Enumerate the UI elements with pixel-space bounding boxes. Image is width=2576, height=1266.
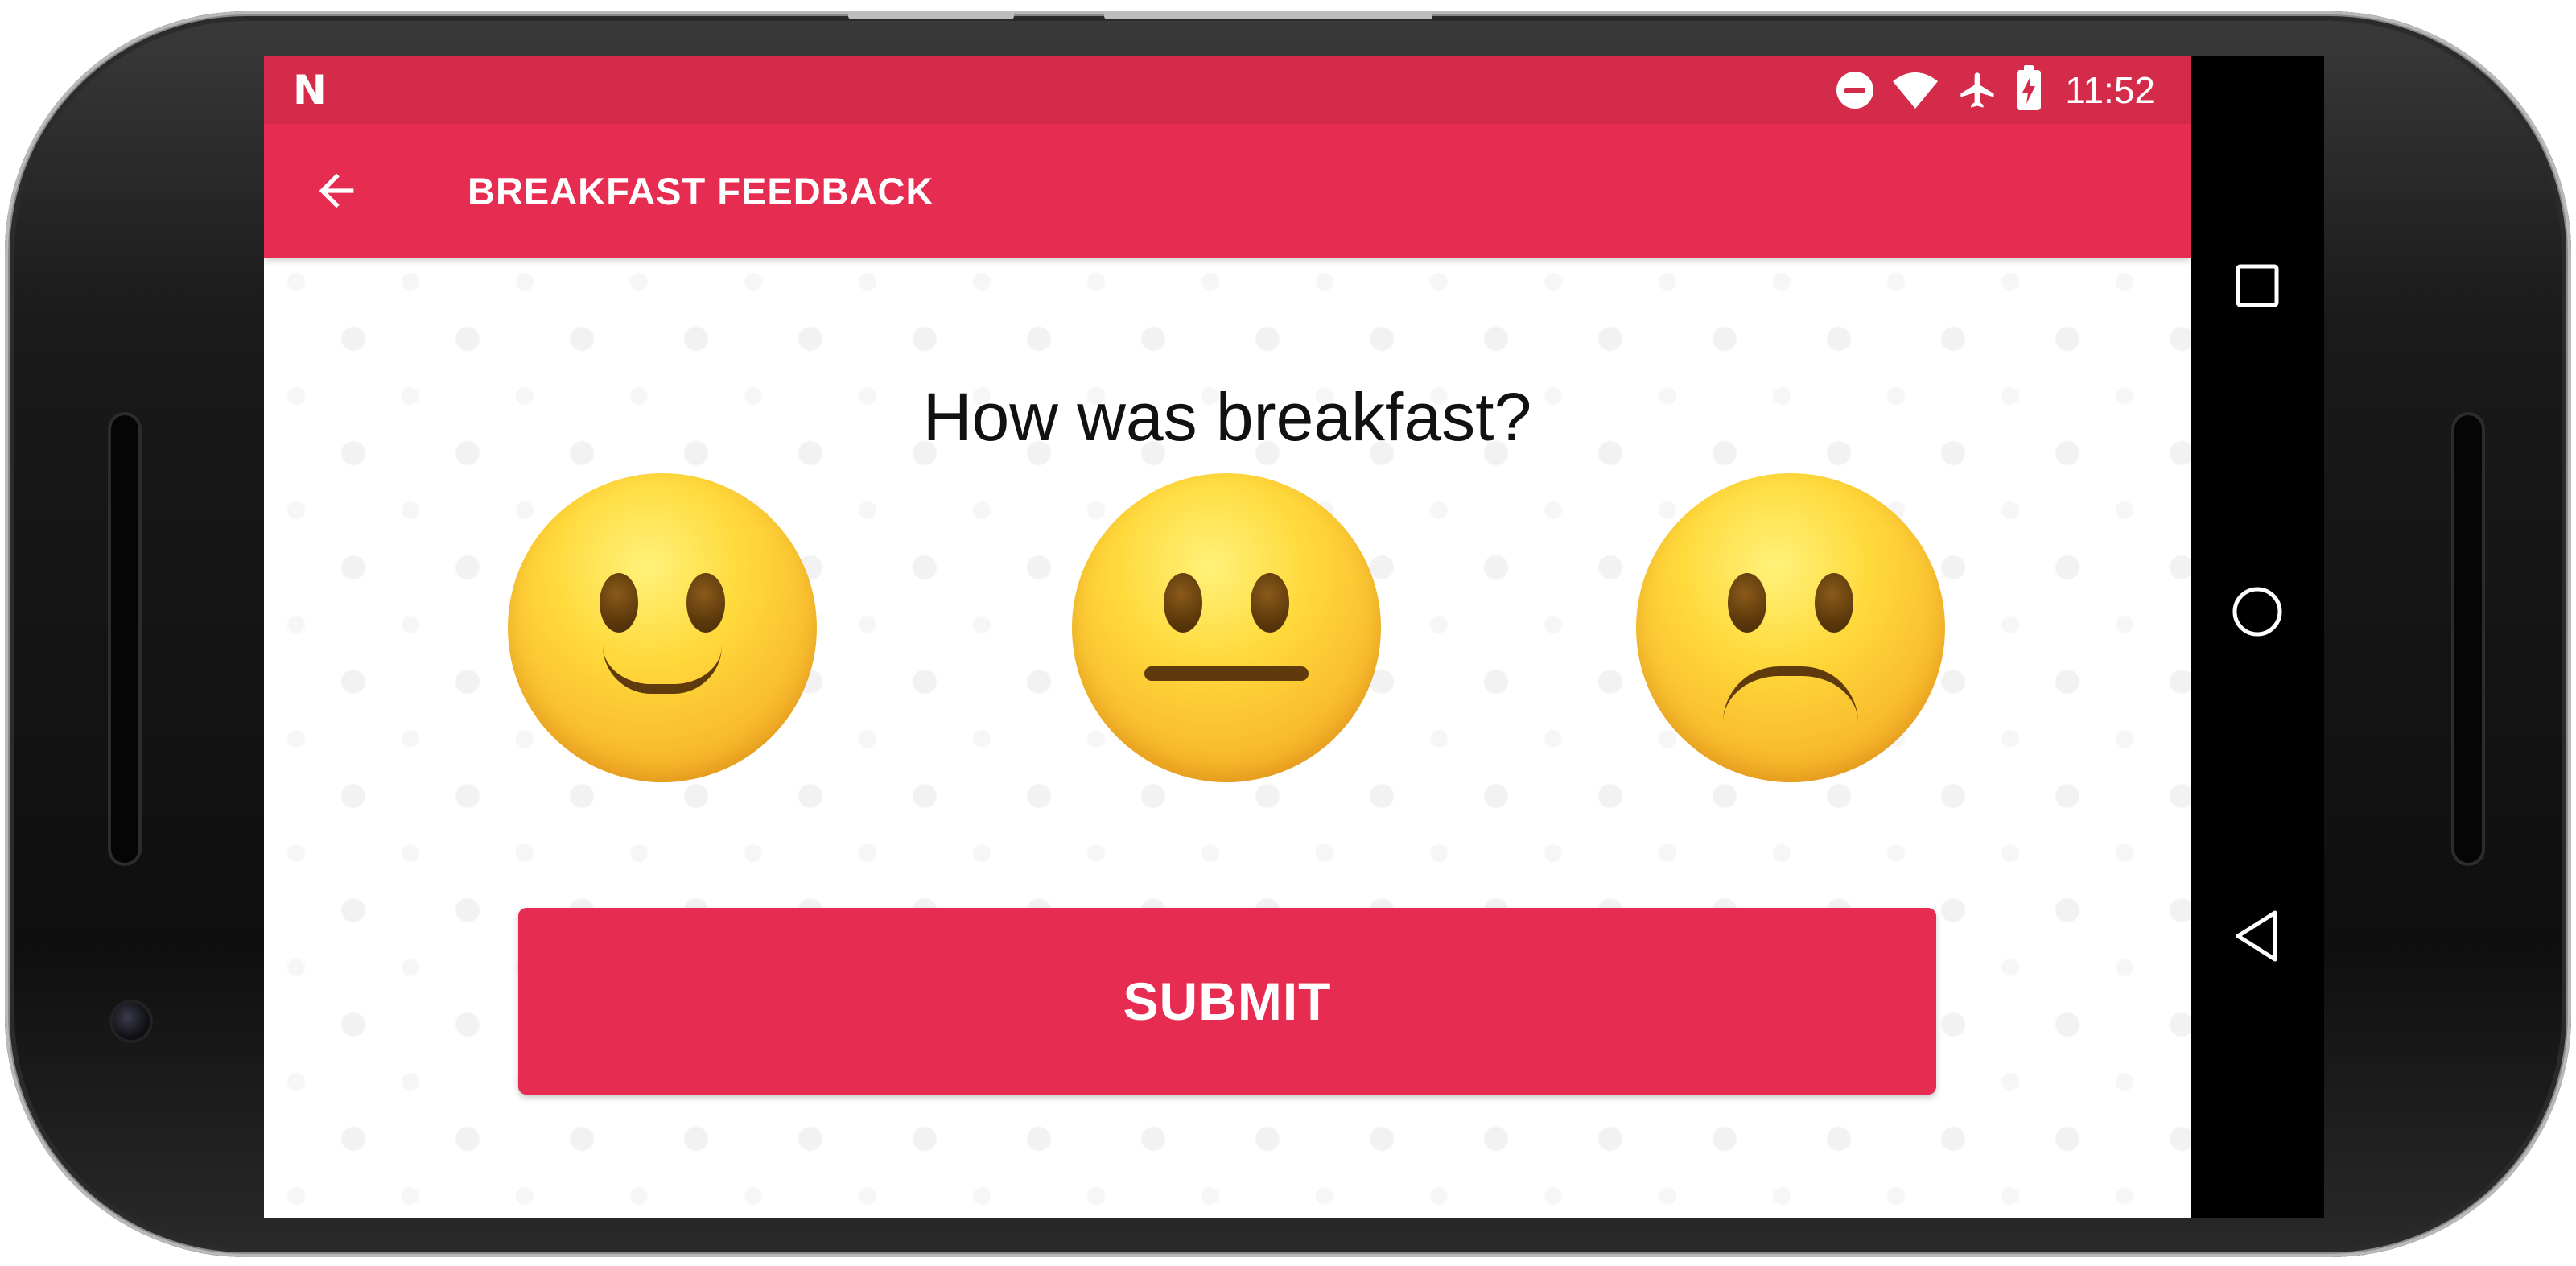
home-circle-icon [2232, 587, 2282, 637]
phone-top-button-right [1104, 11, 1432, 19]
home-button[interactable] [2225, 579, 2290, 644]
slightly-smiling-face-icon[interactable] [508, 473, 817, 782]
device-screen: N 11:52 BREAKFAST FEEDBACK How was break… [264, 56, 2324, 1218]
submit-button[interactable]: SUBMIT [518, 908, 1936, 1095]
emoji-eye-left [1728, 573, 1766, 633]
status-bar: N 11:52 [264, 56, 2191, 124]
airplane-mode-icon [1960, 72, 1994, 108]
page-title: BREAKFAST FEEDBACK [468, 169, 934, 212]
emoji-eye-right [1251, 573, 1289, 633]
wifi-icon [1893, 72, 1939, 109]
feedback-question: How was breakfast? [922, 379, 1532, 455]
emoji-eye-right [686, 573, 725, 633]
feedback-content: How was breakfast? SUBMIT [264, 258, 2191, 1218]
status-icons: 11:52 [1836, 56, 2155, 124]
phone-speaker-left [111, 415, 138, 863]
emoji-mouth [1144, 666, 1309, 681]
emoji-mouth [603, 645, 722, 694]
emoji-eye-left [600, 573, 638, 633]
status-time: 11:52 [2065, 69, 2155, 111]
app-bar: BREAKFAST FEEDBACK [264, 124, 2191, 258]
back-button[interactable] [304, 159, 369, 223]
emoji-eye-left [1164, 573, 1202, 633]
phone-speaker-right [2454, 415, 2482, 863]
emoji-mouth [1723, 666, 1858, 723]
recents-button[interactable] [2225, 254, 2290, 318]
notification-icon: N [293, 67, 327, 113]
nav-back-button[interactable] [2225, 904, 2290, 968]
slightly-frowning-face-icon[interactable] [1636, 473, 1945, 782]
app-window: N 11:52 BREAKFAST FEEDBACK How was break… [264, 56, 2191, 1218]
back-triangle-icon [2236, 910, 2277, 962]
front-camera [113, 1003, 150, 1040]
phone-top-button-left [848, 11, 1014, 19]
emoji-eye-right [1815, 573, 1853, 633]
recents-square-icon [2236, 264, 2279, 307]
arrow-back-icon [319, 173, 354, 208]
neutral-face-icon[interactable] [1072, 473, 1381, 782]
battery-charging-icon [2017, 65, 2042, 110]
navigation-bar [2191, 56, 2324, 1218]
do-not-disturb-icon [1836, 72, 1874, 109]
